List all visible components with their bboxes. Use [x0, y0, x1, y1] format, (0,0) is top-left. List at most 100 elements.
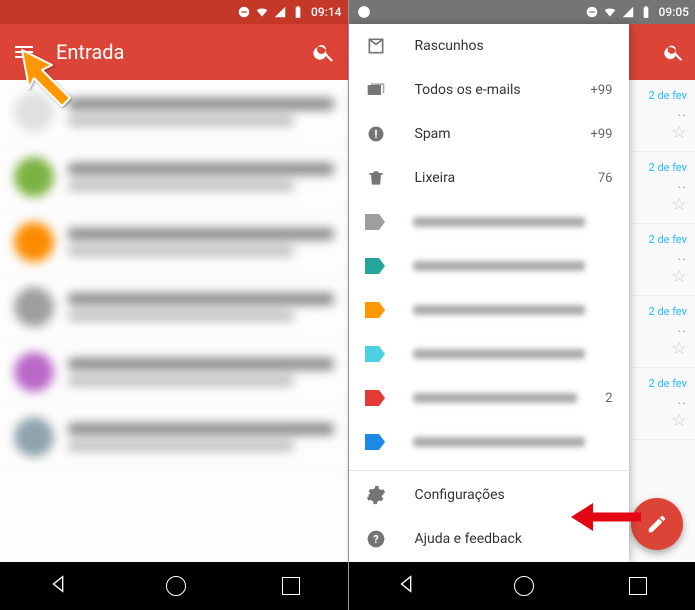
- sliver-row: 2 de fev.. ☆: [628, 152, 695, 224]
- sliver-date: 2 de fev: [649, 161, 687, 174]
- svg-text:?: ?: [373, 533, 378, 546]
- sliver-row: 2 de fev.. ☆: [628, 296, 695, 368]
- minus-circle-icon: [237, 5, 251, 19]
- status-bar: 09:05: [349, 0, 695, 24]
- drawer-item-count: +99: [591, 83, 613, 98]
- drawer-item-label: [413, 305, 585, 315]
- back-icon[interactable]: [48, 573, 70, 599]
- drawer-item-count: 2: [605, 391, 612, 406]
- nav-bar: [0, 562, 348, 610]
- inbox-row[interactable]: [0, 405, 348, 470]
- inbox-row[interactable]: [0, 145, 348, 210]
- drawer-container: 2 de fev.. ☆ 2 de fev.. ☆ 2 de fev.. ☆ 2 de fe…: [349, 24, 695, 562]
- help-icon: ?: [365, 528, 387, 550]
- email-preview: [68, 163, 334, 191]
- email-preview: [68, 98, 334, 126]
- label-icon: [365, 434, 385, 450]
- sliver-date: 2 de fev: [649, 305, 687, 318]
- signal-icon: [273, 5, 287, 19]
- status-time: 09:05: [659, 5, 689, 19]
- drawer-item[interactable]: Lixeira76: [349, 156, 629, 200]
- inbox-list: [0, 80, 348, 562]
- spam-icon: [365, 123, 387, 145]
- inbox-row[interactable]: [0, 210, 348, 275]
- drafts-icon: [365, 35, 387, 57]
- drawer-item-label: Spam: [415, 126, 563, 142]
- wifi-icon: [603, 5, 617, 19]
- recents-icon[interactable]: [282, 577, 300, 595]
- status-time: 09:14: [311, 5, 341, 19]
- label-icon: [365, 346, 385, 362]
- star-icon[interactable]: ☆: [671, 266, 687, 287]
- drawer-item[interactable]: Todos os e-mails +99: [349, 68, 629, 112]
- back-icon[interactable]: [396, 573, 418, 599]
- allmail-icon: [365, 79, 387, 101]
- label-icon: [365, 390, 385, 406]
- battery-icon: [639, 5, 653, 19]
- status-bar: 09:14: [0, 0, 348, 24]
- sliver-appbar: [628, 24, 695, 80]
- label-icon: [365, 302, 385, 318]
- drawer-item[interactable]: Rascunhos: [349, 24, 629, 68]
- home-icon[interactable]: [514, 576, 534, 596]
- settings-icon: [365, 484, 387, 506]
- battery-icon: [291, 5, 305, 19]
- divider: [349, 470, 629, 471]
- dots: ..: [678, 176, 687, 192]
- search-icon[interactable]: [312, 40, 336, 64]
- drawer-item[interactable]: 2: [349, 376, 629, 420]
- drawer-item-label: [413, 437, 585, 447]
- background-sliver: 2 de fev.. ☆ 2 de fev.. ☆ 2 de fev.. ☆ 2 de fe…: [628, 24, 695, 562]
- inbox-row[interactable]: [0, 340, 348, 405]
- sliver-row: 2 de fev.. ☆: [628, 224, 695, 296]
- wifi-icon: [255, 5, 269, 19]
- red-pointer-arrow-icon: [565, 499, 645, 535]
- drawer-item-label: [413, 393, 578, 403]
- drawer-item-label: [413, 217, 585, 227]
- avatar: [14, 222, 54, 262]
- email-preview: [68, 358, 334, 386]
- nav-bar: [349, 562, 695, 610]
- sliver-row: 2 de fev.. ☆: [628, 368, 695, 440]
- email-preview: [68, 293, 334, 321]
- star-icon[interactable]: ☆: [671, 410, 687, 431]
- sliver-date: 2 de fev: [649, 377, 687, 390]
- drawer-item-label: Rascunhos: [415, 38, 585, 54]
- sliver-date: 2 de fev: [649, 89, 687, 102]
- email-preview: [68, 228, 334, 256]
- drawer-item-label: Todos os e-mails: [415, 82, 563, 98]
- avatar: [14, 352, 54, 392]
- signal-icon: [621, 5, 635, 19]
- left-phone: 09:14 Entrada: [0, 0, 348, 610]
- dots: ..: [678, 248, 687, 264]
- sliver-date: 2 de fev: [649, 233, 687, 246]
- star-icon[interactable]: ☆: [671, 194, 687, 215]
- drawer-item[interactable]: [349, 420, 629, 464]
- minus-circle-icon: [585, 5, 599, 19]
- trash-icon: [365, 167, 387, 189]
- drawer-item[interactable]: [349, 288, 629, 332]
- drawer-item[interactable]: [349, 244, 629, 288]
- orange-pointer-arrow-icon: [12, 40, 92, 120]
- search-icon[interactable]: [663, 41, 685, 63]
- drawer-item-count: +99: [591, 127, 613, 142]
- sliver-row: 2 de fev..☆: [628, 80, 695, 152]
- dots: ..: [678, 392, 687, 408]
- drawer-item[interactable]: [349, 200, 629, 244]
- email-preview: [68, 423, 334, 451]
- drawer-item[interactable]: Spam +99: [349, 112, 629, 156]
- dots: ..: [678, 320, 687, 336]
- avatar: [14, 287, 54, 327]
- label-icon: [365, 258, 385, 274]
- drawer-item[interactable]: [349, 332, 629, 376]
- drawer-item-count: 76: [598, 171, 613, 186]
- inbox-row[interactable]: [0, 275, 348, 340]
- recents-icon[interactable]: [629, 577, 647, 595]
- nav-drawer: Rascunhos Todos os e-mails +99 Spam +99 Lixei…: [349, 24, 629, 562]
- star-icon[interactable]: ☆: [671, 338, 687, 359]
- label-icon: [365, 214, 385, 230]
- home-icon[interactable]: [166, 576, 186, 596]
- avatar: [14, 417, 54, 457]
- right-phone: 09:05 2 de fev..☆2 de fev..☆2 de fev..☆2…: [348, 0, 695, 610]
- star-icon[interactable]: ☆: [671, 122, 687, 143]
